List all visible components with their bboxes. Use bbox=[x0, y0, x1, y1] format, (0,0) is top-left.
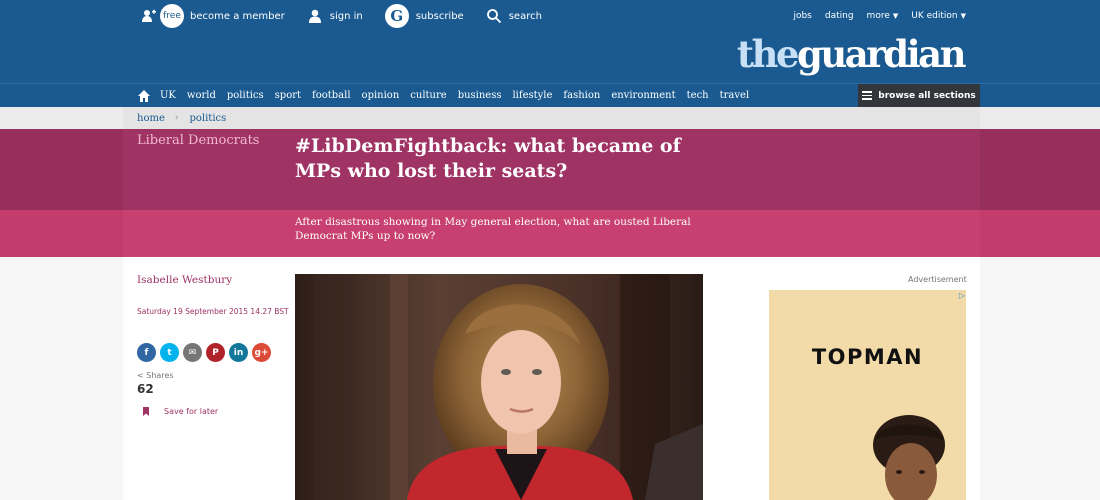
hamburger-icon bbox=[862, 89, 873, 102]
author-link[interactable]: Isabelle Westbury bbox=[137, 274, 232, 286]
add-user-icon bbox=[142, 9, 156, 22]
logo-the: the bbox=[736, 32, 800, 76]
email-share-button[interactable]: ✉ bbox=[183, 343, 202, 362]
headline-band: Liberal Democrats #LibDemFightback: what… bbox=[0, 129, 1100, 210]
save-for-later-button[interactable]: Save for later bbox=[143, 407, 218, 416]
headline-band-inner: Liberal Democrats #LibDemFightback: what… bbox=[123, 129, 980, 210]
article-standfirst: After disastrous showing in May general … bbox=[295, 216, 691, 242]
search-label: search bbox=[508, 10, 542, 22]
shares-label-text: Shares bbox=[146, 371, 174, 380]
nav-item-business[interactable]: business bbox=[458, 90, 502, 101]
nav-item-uk[interactable]: UK bbox=[160, 90, 176, 101]
advertisement-banner[interactable]: ▷ TOPMAN bbox=[769, 290, 966, 500]
nav-item-tech[interactable]: tech bbox=[687, 90, 709, 101]
nav-item-football[interactable]: football bbox=[312, 90, 351, 101]
bookmark-icon bbox=[143, 407, 149, 416]
save-for-later-label: Save for later bbox=[164, 407, 219, 416]
nav-item-politics[interactable]: politics bbox=[227, 90, 264, 101]
twitter-icon: t bbox=[167, 347, 172, 358]
logo-guardian: guardian bbox=[796, 32, 967, 76]
ad-model-image bbox=[873, 415, 945, 500]
shares-count: 62 bbox=[137, 382, 154, 396]
advertisement-label: Advertisement bbox=[908, 275, 967, 284]
page-gutter-left bbox=[0, 257, 123, 500]
subscribe-link[interactable]: G subscribe bbox=[384, 4, 464, 28]
nav-item-world[interactable]: world bbox=[187, 90, 216, 101]
article-photo-portrait bbox=[295, 274, 703, 500]
section-nav-inner: UK world politics sport football opinion… bbox=[123, 84, 980, 107]
subscribe-label: subscribe bbox=[415, 10, 464, 22]
user-icon bbox=[308, 9, 321, 23]
share-buttons: f t ✉ P in g+ bbox=[137, 343, 275, 362]
search-link[interactable]: search bbox=[486, 8, 542, 24]
publish-date: Saturday 19 September 2015 14.27 BST bbox=[137, 307, 289, 316]
page-gutter-right bbox=[980, 257, 1100, 500]
share-icon: < bbox=[137, 371, 147, 380]
top-links: free become a member sign in G subscribe… bbox=[141, 3, 564, 29]
nav-item-opinion[interactable]: opinion bbox=[362, 90, 400, 101]
email-icon: ✉ bbox=[188, 347, 197, 358]
nav-item-sport[interactable]: sport bbox=[275, 90, 301, 101]
standfirst-band-inner: After disastrous showing in May general … bbox=[123, 210, 980, 257]
guardian-g-icon: G bbox=[384, 4, 409, 28]
home-icon[interactable] bbox=[137, 89, 151, 103]
nav-item-lifestyle[interactable]: lifestyle bbox=[512, 90, 552, 101]
breadcrumb-home[interactable]: home bbox=[137, 113, 165, 124]
article-main-image bbox=[295, 274, 703, 500]
nav-item-fashion[interactable]: fashion bbox=[563, 90, 600, 101]
breadcrumb: home › politics bbox=[123, 107, 980, 129]
section-label[interactable]: Liberal Democrats bbox=[137, 133, 259, 148]
nav-item-travel[interactable]: travel bbox=[720, 90, 750, 101]
facebook-share-button[interactable]: f bbox=[137, 343, 156, 362]
googleplus-icon: g+ bbox=[254, 347, 269, 358]
chevron-down-icon: ▼ bbox=[892, 12, 899, 20]
chevron-down-icon: ▼ bbox=[960, 12, 966, 20]
article-headline: #LibDemFightback: what became of MPs who… bbox=[295, 135, 681, 182]
linkedin-icon: in bbox=[233, 347, 244, 358]
breadcrumb-politics[interactable]: politics bbox=[189, 113, 226, 124]
more-label: more bbox=[866, 11, 890, 21]
search-icon bbox=[486, 9, 501, 24]
jobs-link[interactable]: jobs bbox=[793, 11, 811, 21]
top-right-links: jobs dating more ▼ UK edition ▼ bbox=[780, 3, 966, 29]
googleplus-share-button[interactable]: g+ bbox=[252, 343, 271, 362]
nav-item-environment[interactable]: environment bbox=[611, 90, 675, 101]
sign-in-link[interactable]: sign in bbox=[307, 8, 363, 24]
edition-label: UK edition bbox=[911, 11, 958, 21]
pinterest-icon: P bbox=[212, 347, 219, 358]
facebook-icon: f bbox=[144, 347, 149, 358]
pinterest-share-button[interactable]: P bbox=[206, 343, 225, 362]
sign-in-label: sign in bbox=[329, 10, 363, 22]
nav-item-culture[interactable]: culture bbox=[410, 90, 446, 101]
browse-all-sections-button[interactable]: browse all sections bbox=[858, 84, 980, 107]
linkedin-share-button[interactable]: in bbox=[229, 343, 248, 362]
section-nav: UK world politics sport football opinion… bbox=[0, 83, 1100, 107]
become-member-link[interactable]: free become a member bbox=[141, 4, 285, 28]
breadcrumb-bar: home › politics bbox=[0, 107, 1100, 129]
standfirst-band: After disastrous showing in May general … bbox=[0, 210, 1100, 257]
top-bar: free become a member sign in G subscribe… bbox=[0, 0, 1100, 83]
more-menu[interactable]: more ▼ bbox=[867, 11, 899, 21]
dating-link[interactable]: dating bbox=[825, 11, 854, 21]
shares-label: < Shares bbox=[137, 371, 174, 380]
guardian-logo[interactable]: theguardian bbox=[736, 30, 967, 78]
breadcrumb-separator: › bbox=[174, 113, 179, 123]
free-badge: free bbox=[160, 4, 184, 28]
become-member-label: become a member bbox=[190, 10, 285, 22]
browse-label: browse all sections bbox=[878, 90, 976, 101]
twitter-share-button[interactable]: t bbox=[160, 343, 179, 362]
edition-menu[interactable]: UK edition ▼ bbox=[911, 11, 966, 21]
top-bar-inner: free become a member sign in G subscribe… bbox=[123, 0, 980, 83]
